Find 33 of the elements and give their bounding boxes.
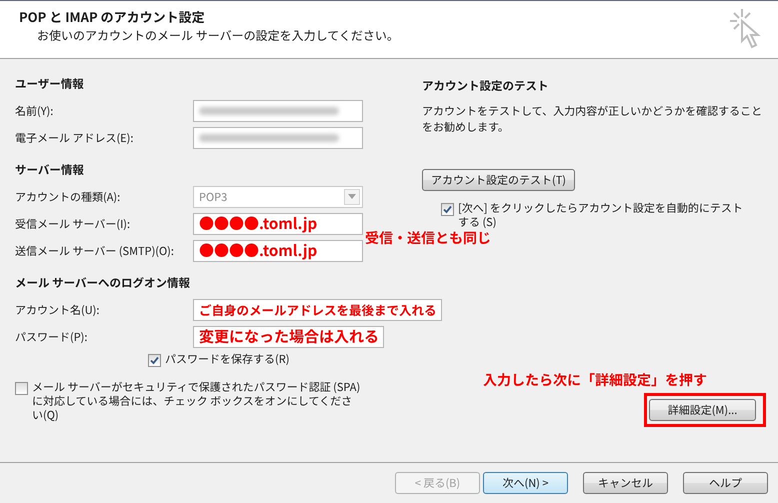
annotation-text: 受信・送信とも同じ <box>365 229 491 247</box>
test-description: アカウントをテストして、入力内容が正しいかどうかを確認することをお勧めします。 <box>422 103 764 135</box>
input-field[interactable]: ●●●●.toml.jp <box>193 212 363 234</box>
dialog-button[interactable]: 次へ(N) > <box>483 472 568 494</box>
advanced-settings-button[interactable]: 詳細設定(M)... <box>649 399 756 421</box>
checkbox[interactable] <box>441 203 454 216</box>
dialog-title: POP と IMAP のアカウント設定 <box>19 7 206 26</box>
input-field[interactable] <box>193 100 363 122</box>
field-label: アカウントの種類(A): <box>15 188 122 204</box>
checkbox[interactable] <box>148 354 161 367</box>
dialog-subtitle: お使いのアカウントのメール サーバーの設定を入力してください。 <box>36 27 399 44</box>
field-label: 送信メール サーバー (SMTP)(O): <box>15 242 175 258</box>
field-label: パスワード(P): <box>15 328 88 344</box>
checkbox[interactable] <box>15 382 28 395</box>
checkbox-label: パスワードを保存する(R) <box>165 352 290 366</box>
test-account-button[interactable]: アカウント設定のテスト(T) <box>422 169 576 191</box>
section-heading: ユーザー情報 <box>15 75 85 93</box>
checkbox-label: [次へ] をクリックしたらアカウント設定を自動的にテストする (S) <box>458 201 744 229</box>
field-label: 電子メール アドレス(E): <box>15 130 134 146</box>
section-heading: メール サーバーへのログオン情報 <box>15 274 191 292</box>
input-field[interactable] <box>193 126 363 148</box>
input-field[interactable]: ご自身のメールアドレスを最後まで入れる <box>193 298 442 320</box>
input-field[interactable]: ●●●●.toml.jp <box>193 240 363 262</box>
checkbox-label: メール サーバーがセキュリティで保護されたパスワード認証 (SPA) に対応している場合には、チェック ボックスをオンにしてください(Q) <box>32 380 362 422</box>
input-field[interactable]: 変更になった場合は入れる <box>193 326 384 348</box>
dialog-button[interactable]: ヘルプ <box>683 472 768 494</box>
section-heading: アカウント設定のテスト <box>422 77 550 95</box>
field-label: アカウント名(U): <box>15 302 100 318</box>
field-label: 名前(Y): <box>15 102 54 118</box>
section-heading: サーバー情報 <box>15 161 85 179</box>
field-label: 受信メール サーバー(I): <box>15 216 132 232</box>
dialog-button[interactable]: キャンセル <box>583 472 668 494</box>
annotation-text: 入力したら次に「詳細設定」を押す <box>483 371 708 389</box>
